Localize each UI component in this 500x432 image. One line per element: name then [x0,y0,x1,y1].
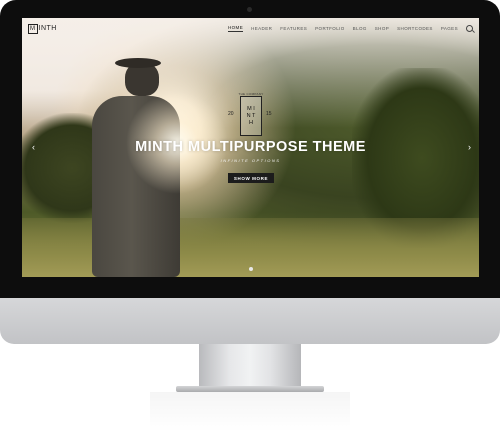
website-screen: M INTH HOME HEADER FEATURES PORTFOLIO BL… [22,18,479,277]
nav-item-portfolio[interactable]: PORTFOLIO [315,26,345,32]
nav-item-features[interactable]: FEATURES [280,26,307,32]
nav-item-pages[interactable]: PAGES [441,26,458,32]
nav-item-shop[interactable]: SHOP [375,26,389,32]
hero-subtitle: INFINITE OPTIONS [220,158,281,163]
logo-text: INTH [38,25,57,32]
show-more-button[interactable]: SHOW MORE [228,173,274,183]
brand-emblem: M I N T H [240,96,262,136]
hero-title: MINTH MULTIPURPOSE THEME [135,139,366,155]
nav-item-home[interactable]: HOME [228,25,244,32]
logo-box: M [28,23,38,34]
slider-dot[interactable] [249,267,253,271]
emblem-year-right: 15 [266,111,272,117]
site-logo[interactable]: M INTH [28,23,57,34]
nav-item-blog[interactable]: BLOG [353,26,367,32]
search-icon[interactable] [466,25,473,32]
emblem-letters-row2: N T [246,112,256,119]
nav-item-header[interactable]: HEADER [251,26,272,32]
emblem-letters-row1: M I [247,105,255,112]
monitor-stand [199,344,301,388]
camera-dot [247,7,252,12]
slider-prev-arrow-icon[interactable]: ‹ [32,142,35,152]
monitor-chin [0,298,500,344]
floor-reflection [150,392,350,432]
site-header: M INTH HOME HEADER FEATURES PORTFOLIO BL… [22,18,479,40]
person-hat [115,58,161,68]
slider-next-arrow-icon[interactable]: › [468,142,471,152]
emblem-letters-row3: H [249,119,253,126]
emblem-year-left: 20 [228,111,234,117]
nav-item-shortcodes[interactable]: SHORTCODES [397,26,433,32]
main-nav: HOME HEADER FEATURES PORTFOLIO BLOG SHOP… [228,25,473,32]
